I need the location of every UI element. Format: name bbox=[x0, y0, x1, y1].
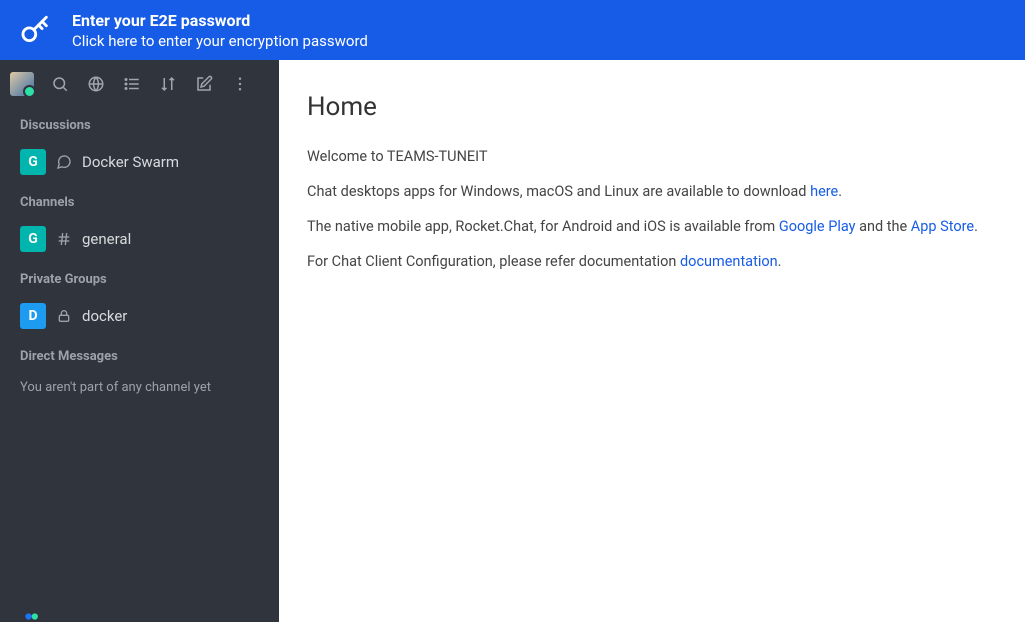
e2e-banner[interactable]: Enter your E2E password Click here to en… bbox=[0, 0, 1025, 60]
link-app-store[interactable]: App Store bbox=[911, 218, 974, 235]
compose-icon[interactable] bbox=[188, 68, 220, 100]
channel-chip: G bbox=[20, 226, 46, 252]
section-direct-messages: Direct Messages bbox=[0, 335, 279, 374]
hash-icon bbox=[56, 231, 72, 247]
sort-icon[interactable] bbox=[152, 68, 184, 100]
connection-indicator bbox=[24, 606, 42, 616]
channel-label: docker bbox=[82, 307, 127, 325]
page-title: Home bbox=[307, 92, 997, 122]
empty-channels-msg: You aren't part of any channel yet bbox=[0, 374, 279, 401]
banner-title: Enter your E2E password bbox=[72, 11, 368, 30]
mobile-apps-text: The native mobile app, Rocket.Chat, for … bbox=[307, 216, 997, 237]
list-icon[interactable] bbox=[116, 68, 148, 100]
section-channels: Channels bbox=[0, 181, 279, 220]
channel-label: general bbox=[82, 230, 131, 248]
banner-text: Enter your E2E password Click here to en… bbox=[72, 11, 368, 50]
sidebar-toolbar bbox=[0, 60, 279, 104]
link-google-play[interactable]: Google Play bbox=[779, 218, 856, 235]
kebab-icon[interactable] bbox=[224, 68, 256, 100]
sidebar-item-general[interactable]: G general bbox=[0, 220, 279, 258]
lock-icon bbox=[56, 308, 72, 324]
search-icon[interactable] bbox=[44, 68, 76, 100]
link-here[interactable]: here bbox=[810, 183, 838, 200]
desktop-apps-text: Chat desktops apps for Windows, macOS an… bbox=[307, 181, 997, 202]
sidebar: Discussions G Docker Swarm Channels G ge… bbox=[0, 60, 279, 622]
channel-chip: G bbox=[20, 149, 46, 175]
directory-icon[interactable] bbox=[80, 68, 112, 100]
welcome-text: Welcome to TEAMS-TUNEIT bbox=[307, 146, 997, 167]
banner-subtitle: Click here to enter your encryption pass… bbox=[72, 32, 368, 50]
documentation-text: For Chat Client Configuration, please re… bbox=[307, 251, 997, 272]
discussion-icon bbox=[56, 154, 72, 170]
sidebar-item-docker-swarm[interactable]: G Docker Swarm bbox=[0, 143, 279, 181]
channel-chip: D bbox=[20, 303, 46, 329]
section-discussions: Discussions bbox=[0, 104, 279, 143]
sidebar-item-docker[interactable]: D docker bbox=[0, 297, 279, 335]
channel-label: Docker Swarm bbox=[82, 153, 179, 171]
content-area: Home Welcome to TEAMS-TUNEIT Chat deskto… bbox=[279, 60, 1025, 622]
link-documentation[interactable]: documentation bbox=[680, 253, 778, 270]
section-private-groups: Private Groups bbox=[0, 258, 279, 297]
avatar[interactable] bbox=[10, 72, 34, 96]
key-icon bbox=[10, 13, 60, 47]
